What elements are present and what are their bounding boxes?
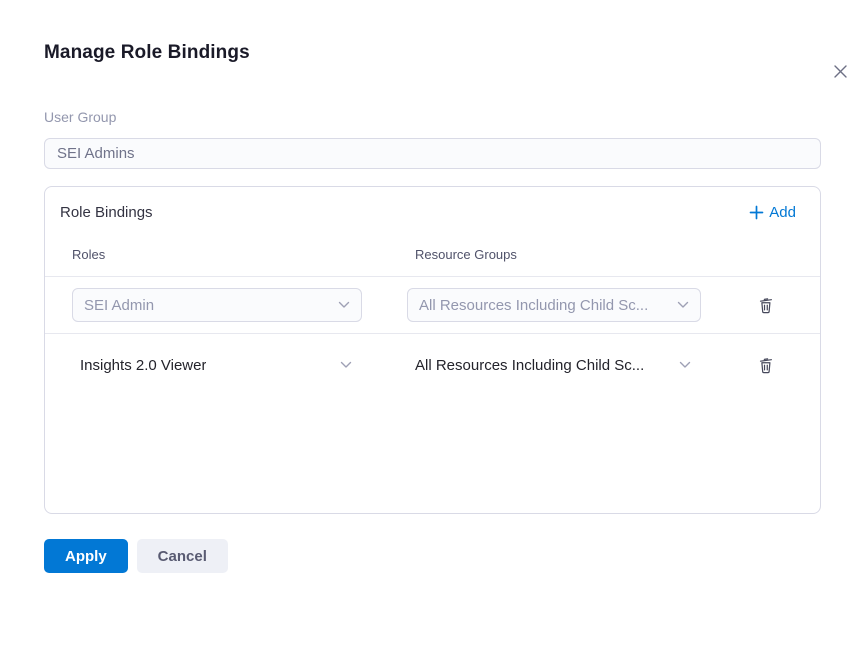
apply-button[interactable]: Apply — [44, 539, 128, 573]
role-cell: Insights 2.0 Viewer — [72, 348, 407, 382]
delete-row-button[interactable] — [753, 352, 779, 378]
chevron-down-icon — [338, 301, 350, 309]
resource-group-select[interactable]: All Resources Including Child Sc... — [407, 348, 701, 382]
plus-icon — [749, 205, 764, 220]
role-select[interactable]: SEI Admin — [72, 288, 362, 322]
role-bindings-heading: Role Bindings — [60, 204, 153, 221]
role-binding-row: SEI Admin All Resources Including Child … — [45, 277, 820, 334]
role-select-value: SEI Admin — [84, 297, 154, 314]
resource-group-cell: All Resources Including Child Sc... — [407, 288, 701, 322]
chevron-down-icon — [340, 361, 352, 369]
user-group-input[interactable] — [44, 138, 821, 169]
add-role-binding-button[interactable]: Add — [741, 202, 804, 223]
delete-row-button[interactable] — [753, 292, 779, 318]
resource-group-select-value: All Resources Including Child Sc... — [415, 357, 644, 374]
resource-group-select[interactable]: All Resources Including Child Sc... — [407, 288, 701, 322]
role-select-value: Insights 2.0 Viewer — [80, 357, 206, 374]
cancel-button[interactable]: Cancel — [137, 539, 228, 573]
modal-content: Manage Role Bindings User Group Role Bin… — [0, 42, 865, 573]
chevron-down-icon — [677, 301, 689, 309]
add-button-label: Add — [769, 204, 796, 221]
close-button[interactable] — [829, 60, 851, 82]
role-bindings-panel: Role Bindings Add Roles Resource Groups … — [44, 186, 821, 514]
modal-title: Manage Role Bindings — [44, 42, 821, 64]
resource-group-select-value: All Resources Including Child Sc... — [419, 297, 648, 314]
role-binding-row: Insights 2.0 Viewer All Resources Includ… — [45, 334, 820, 396]
chevron-down-icon — [679, 361, 691, 369]
resource-group-cell: All Resources Including Child Sc... — [407, 348, 701, 382]
modal-footer: Apply Cancel — [44, 539, 821, 573]
table-column-headers: Roles Resource Groups — [45, 223, 820, 277]
role-cell: SEI Admin — [72, 288, 407, 322]
role-select[interactable]: Insights 2.0 Viewer — [72, 348, 362, 382]
user-group-label: User Group — [44, 110, 821, 125]
column-header-resource-groups: Resource Groups — [407, 247, 701, 262]
close-icon — [831, 62, 850, 81]
trash-icon — [757, 356, 775, 375]
role-bindings-header: Role Bindings Add — [45, 187, 820, 223]
column-header-roles: Roles — [72, 247, 407, 262]
trash-icon — [757, 296, 775, 315]
